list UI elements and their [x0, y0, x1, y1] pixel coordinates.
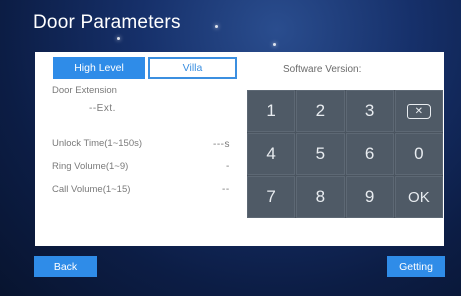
- key-6[interactable]: 6: [345, 133, 394, 175]
- backspace-icon: ✕: [406, 103, 431, 119]
- software-version-label: Software Version:: [283, 64, 362, 75]
- tab-villa[interactable]: Villa: [148, 57, 237, 79]
- door-extension-label: Door Extension: [52, 85, 117, 96]
- back-button[interactable]: Back: [34, 256, 97, 277]
- key-8[interactable]: 8: [296, 176, 345, 218]
- background-star: [215, 25, 218, 28]
- key-3[interactable]: 3: [345, 90, 394, 132]
- getting-button[interactable]: Getting: [387, 256, 445, 277]
- key-1[interactable]: 1: [247, 90, 296, 132]
- call-volume-value[interactable]: --: [222, 184, 230, 195]
- background-star: [117, 37, 120, 40]
- key-9[interactable]: 9: [345, 176, 394, 218]
- page-title: Door Parameters: [33, 12, 181, 33]
- door-extension-value[interactable]: --Ext.: [89, 103, 116, 114]
- unlock-time-label: Unlock Time(1~150s): [52, 138, 143, 149]
- backspace-key[interactable]: ✕: [394, 90, 443, 132]
- tab-high-level[interactable]: High Level: [53, 57, 145, 79]
- parameters-panel: High Level Villa Software Version: Door …: [35, 52, 444, 246]
- ring-volume-value[interactable]: -: [226, 161, 230, 172]
- key-5[interactable]: 5: [296, 133, 345, 175]
- background-star: [273, 43, 276, 46]
- ring-volume-label: Ring Volume(1~9): [52, 161, 129, 172]
- key-7[interactable]: 7: [247, 176, 296, 218]
- key-0[interactable]: 0: [394, 133, 443, 175]
- key-4[interactable]: 4: [247, 133, 296, 175]
- unlock-time-value[interactable]: ---s: [213, 139, 230, 150]
- key-ok[interactable]: OK: [394, 176, 443, 218]
- key-2[interactable]: 2: [296, 90, 345, 132]
- numeric-keypad: 1 2 3 ✕ 4 5 6 0 7 8 9 OK: [247, 90, 443, 218]
- call-volume-label: Call Volume(1~15): [52, 184, 131, 195]
